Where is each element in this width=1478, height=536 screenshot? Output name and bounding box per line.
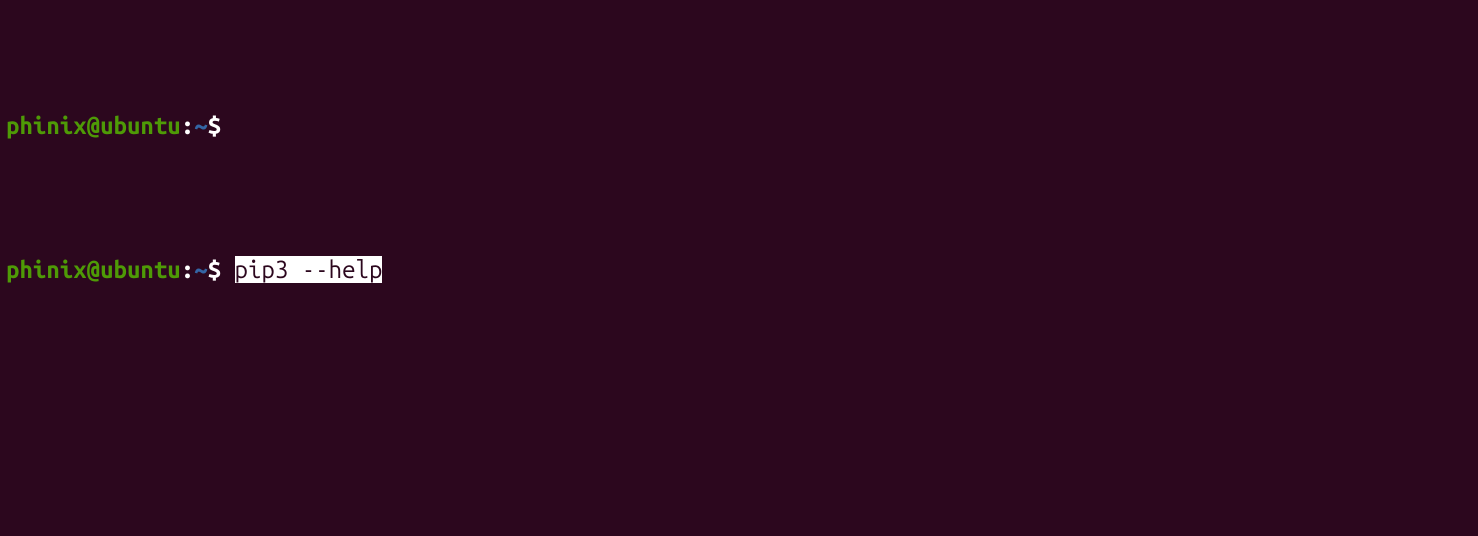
prompt-at: @ xyxy=(87,112,100,139)
terminal-window[interactable]: phinix@ubuntu:~$ phinix@ubuntu:~$ pip3 -… xyxy=(0,0,1478,536)
prompt-colon: : xyxy=(181,112,194,139)
prompt-host: ubuntu xyxy=(100,256,181,283)
prompt-line-1: phinix@ubuntu:~$ xyxy=(6,108,1472,144)
prompt-host: ubuntu xyxy=(100,112,181,139)
command-input-2[interactable]: pip3 --help xyxy=(235,256,383,283)
prompt-dollar: $ xyxy=(208,112,221,139)
prompt-path: ~ xyxy=(194,112,207,139)
blank-line xyxy=(6,396,1472,432)
prompt-dollar: $ xyxy=(208,256,221,283)
prompt-user: phinix xyxy=(6,256,87,283)
prompt-colon: : xyxy=(181,256,194,283)
prompt-line-2: phinix@ubuntu:~$ pip3 --help xyxy=(6,252,1472,288)
prompt-path: ~ xyxy=(194,256,207,283)
prompt-user: phinix xyxy=(6,112,87,139)
prompt-at: @ xyxy=(87,256,100,283)
